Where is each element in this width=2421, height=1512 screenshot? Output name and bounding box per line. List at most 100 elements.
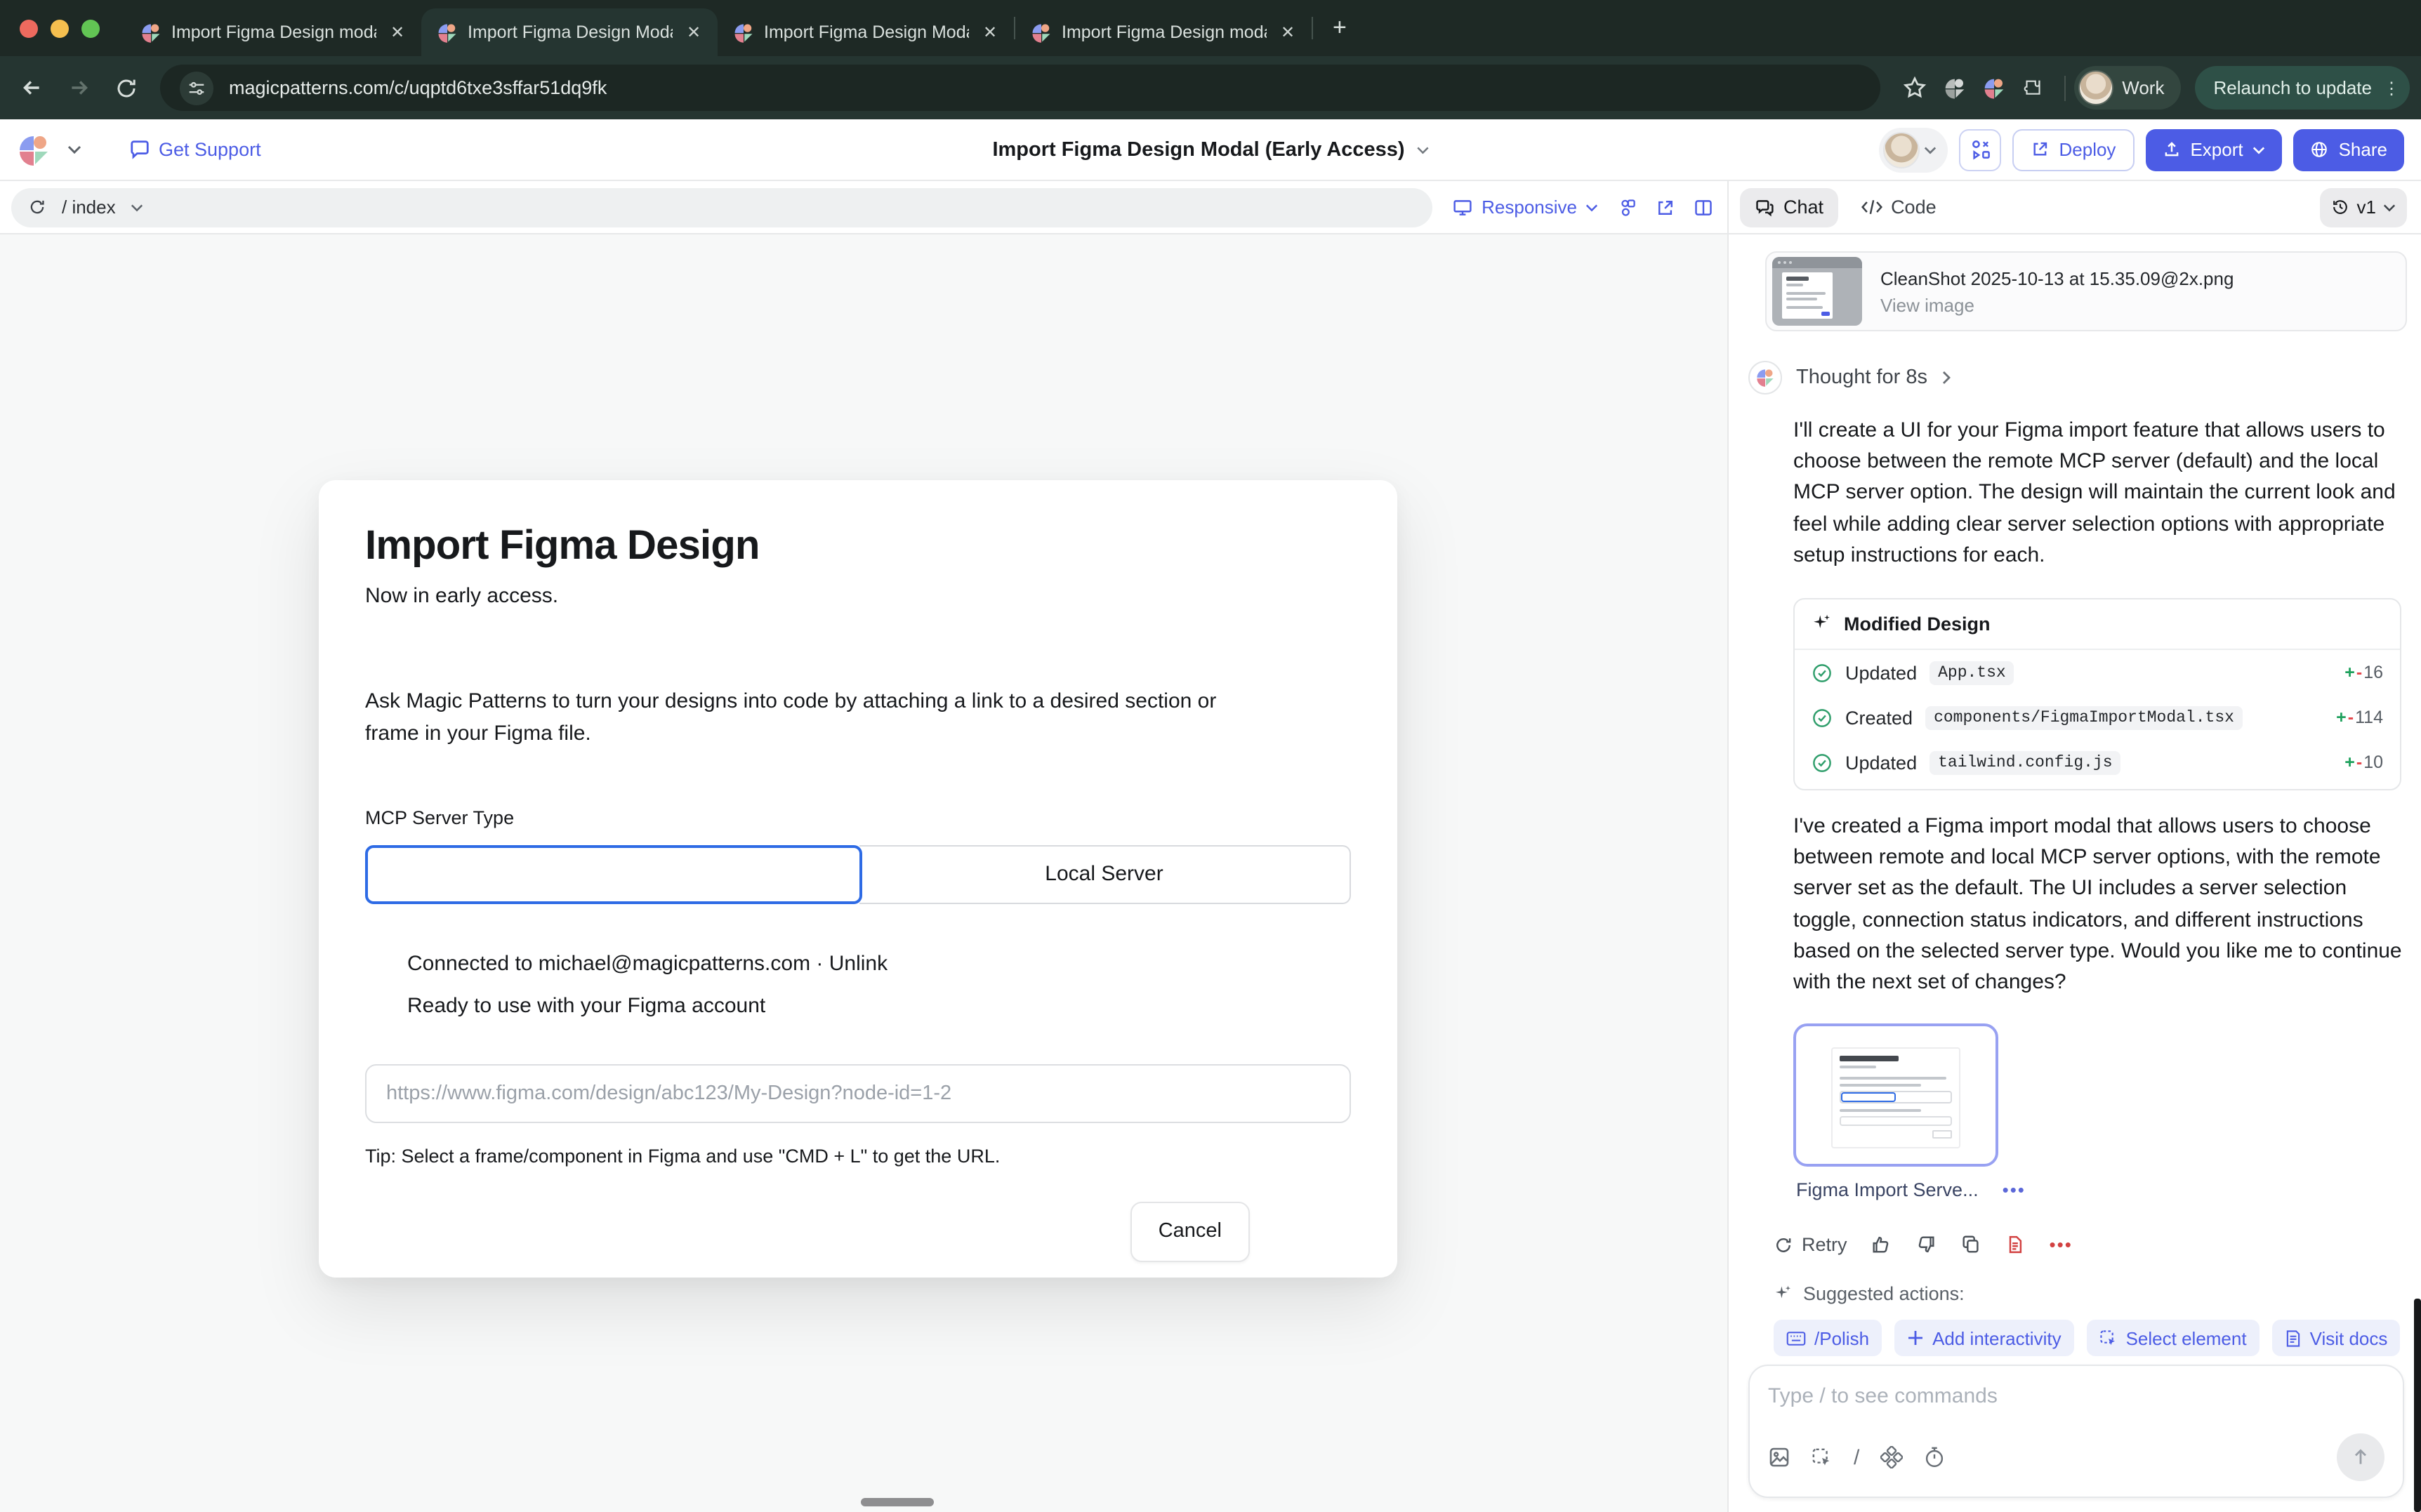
- select-element-chip[interactable]: Select element: [2087, 1320, 2260, 1356]
- sparkle-icon: [1812, 614, 1831, 634]
- local-server-option[interactable]: Local Server: [859, 844, 1351, 903]
- new-tab-button[interactable]: +: [1313, 14, 1366, 42]
- url-text: magicpatterns.com/c/uqptd6txe3sffar51dq9…: [229, 77, 607, 98]
- route-chevron-icon: [131, 203, 144, 211]
- modal-description: Ask Magic Patterns to turn your designs …: [365, 685, 1243, 750]
- horizontal-scrollbar[interactable]: [861, 1498, 934, 1506]
- change-file: components/FigmaImportModal.tsx: [1925, 706, 2243, 730]
- workspace-chevron-icon[interactable]: [67, 145, 81, 154]
- account-chip[interactable]: [1880, 127, 1948, 172]
- close-tab-icon[interactable]: ✕: [979, 21, 1001, 44]
- maximize-window-button[interactable]: [81, 19, 100, 37]
- tab-2-active[interactable]: Import Figma Design Modal ( ✕: [421, 8, 718, 56]
- visit-docs-chip[interactable]: Visit docs: [2272, 1320, 2401, 1356]
- version-label-row: Figma Import Serve... •••: [1796, 1179, 2410, 1200]
- project-title[interactable]: Import Figma Design Modal (Early Access): [992, 138, 1428, 161]
- route-bar[interactable]: / index: [11, 187, 1432, 227]
- figma-url-input[interactable]: [365, 1063, 1351, 1122]
- export-button[interactable]: Export: [2145, 128, 2282, 171]
- thumbs-up-icon[interactable]: [1871, 1234, 1892, 1255]
- tab-3[interactable]: Import Figma Design Modal ( ✕: [718, 8, 1014, 56]
- split-view-icon[interactable]: [1694, 197, 1713, 217]
- add-interactivity-chip[interactable]: Add interactivity: [1894, 1320, 2074, 1356]
- browser-menu-icon[interactable]: ⋮: [2379, 78, 2404, 98]
- extensions-puzzle-icon[interactable]: [2022, 77, 2045, 99]
- sparkle-icon: [1774, 1285, 1792, 1303]
- vertical-scrollbar[interactable]: [2414, 1299, 2421, 1512]
- thought-row[interactable]: Thought for 8s: [1748, 361, 2410, 394]
- get-support-button[interactable]: Get Support: [129, 139, 261, 160]
- change-action: Created: [1845, 708, 1913, 729]
- close-tab-icon[interactable]: ✕: [682, 21, 705, 44]
- device-selector[interactable]: Responsive: [1452, 197, 1598, 218]
- tab-1[interactable]: Import Figma Design modal | ✕: [125, 8, 421, 56]
- cancel-button[interactable]: Cancel: [1130, 1201, 1250, 1261]
- close-window-button[interactable]: [20, 19, 38, 37]
- timer-icon[interactable]: [1924, 1446, 1945, 1468]
- version-thumbnail-card[interactable]: [1793, 1023, 1998, 1167]
- tab-4[interactable]: Import Figma Design modal | ✕: [1015, 8, 1312, 56]
- share-button[interactable]: Share: [2294, 128, 2404, 171]
- thumbs-down-icon[interactable]: [1916, 1234, 1937, 1255]
- component-library-button[interactable]: [1960, 128, 2002, 171]
- select-element-icon[interactable]: [1812, 1447, 1833, 1468]
- remote-server-option-selected[interactable]: [365, 844, 862, 903]
- tip-text: Tip: Select a frame/component in Figma a…: [365, 1145, 1351, 1166]
- bookmark-star-icon[interactable]: [1903, 76, 1927, 100]
- copy-icon[interactable]: [1961, 1234, 1982, 1255]
- main-area: Import Figma Design Now in early access.…: [0, 234, 2421, 1512]
- canvas-toolbar: / index Responsive: [0, 181, 1729, 233]
- change-row[interactable]: Updated tailwind.config.js +-10: [1795, 740, 2400, 789]
- relaunch-to-update-button[interactable]: Relaunch to update ⋮: [2195, 66, 2410, 110]
- magicpatterns-logo[interactable]: [17, 133, 51, 166]
- attach-image-icon[interactable]: [1768, 1446, 1790, 1468]
- address-bar[interactable]: magicpatterns.com/c/uqptd6txe3sffar51dq9…: [160, 65, 1880, 111]
- select-element-icon: [2099, 1329, 2118, 1347]
- minimize-window-button[interactable]: [51, 19, 69, 37]
- version-menu-icon[interactable]: •••: [2003, 1179, 2026, 1200]
- change-row[interactable]: Created components/FigmaImportModal.tsx …: [1795, 695, 2400, 740]
- forward-icon[interactable]: [56, 65, 101, 110]
- polish-chip[interactable]: /Polish: [1774, 1320, 1882, 1356]
- keyboard-icon: [1786, 1330, 1806, 1346]
- design-canvas[interactable]: Import Figma Design Now in early access.…: [0, 234, 1729, 1512]
- extension-magicpatterns-gray-icon[interactable]: [1944, 77, 1966, 99]
- retry-icon: [1774, 1235, 1793, 1254]
- more-actions-icon[interactable]: •••: [2050, 1234, 2073, 1255]
- attachment-card[interactable]: CleanShot 2025-10-13 at 15.35.09@2x.png …: [1765, 251, 2407, 331]
- version-card-label[interactable]: Figma Import Serve...: [1796, 1179, 1979, 1200]
- version-history-button[interactable]: v1: [2321, 187, 2407, 227]
- components-icon: [1970, 139, 1991, 160]
- reload-icon[interactable]: [104, 65, 149, 110]
- chat-panel: CleanShot 2025-10-13 at 15.35.09@2x.png …: [1729, 234, 2421, 1512]
- theme-tokens-icon[interactable]: [1618, 197, 1637, 217]
- expand-thought-icon[interactable]: [1941, 371, 1950, 385]
- extension-magicpatterns-icon[interactable]: [1983, 77, 2005, 99]
- connected-status-text[interactable]: Connected to michael@magicpatterns.com ·…: [407, 951, 1351, 975]
- close-tab-icon[interactable]: ✕: [1277, 21, 1299, 44]
- deploy-button[interactable]: Deploy: [2013, 128, 2135, 171]
- route-label: / index: [62, 197, 116, 218]
- code-tab[interactable]: Code: [1846, 187, 1951, 227]
- change-row[interactable]: Updated App.tsx +-16: [1795, 650, 2400, 695]
- site-settings-icon[interactable]: [180, 71, 213, 105]
- view-image-link[interactable]: View image: [1880, 294, 2234, 315]
- profile-chip[interactable]: Work: [2074, 66, 2181, 110]
- chat-input-box[interactable]: /: [1748, 1365, 2404, 1498]
- share-label: Share: [2339, 139, 2387, 160]
- magicpatterns-favicon: [437, 22, 458, 43]
- send-button[interactable]: [2337, 1433, 2384, 1481]
- chat-bubble-icon: [129, 139, 150, 160]
- back-icon[interactable]: [8, 65, 53, 110]
- window-controls[interactable]: [0, 0, 125, 56]
- chat-input[interactable]: [1768, 1384, 2384, 1408]
- chat-tab[interactable]: Chat: [1740, 187, 1838, 227]
- close-tab-icon[interactable]: ✕: [386, 21, 409, 44]
- slash-command-icon[interactable]: /: [1854, 1445, 1859, 1469]
- export-log-icon[interactable]: [2006, 1234, 2026, 1255]
- tab-title: Import Figma Design modal |: [1062, 22, 1267, 42]
- device-chevron-icon: [1585, 203, 1598, 211]
- retry-button[interactable]: Retry: [1774, 1234, 1847, 1255]
- open-in-new-icon[interactable]: [1656, 197, 1675, 217]
- diamond-commands-icon[interactable]: [1880, 1446, 1903, 1468]
